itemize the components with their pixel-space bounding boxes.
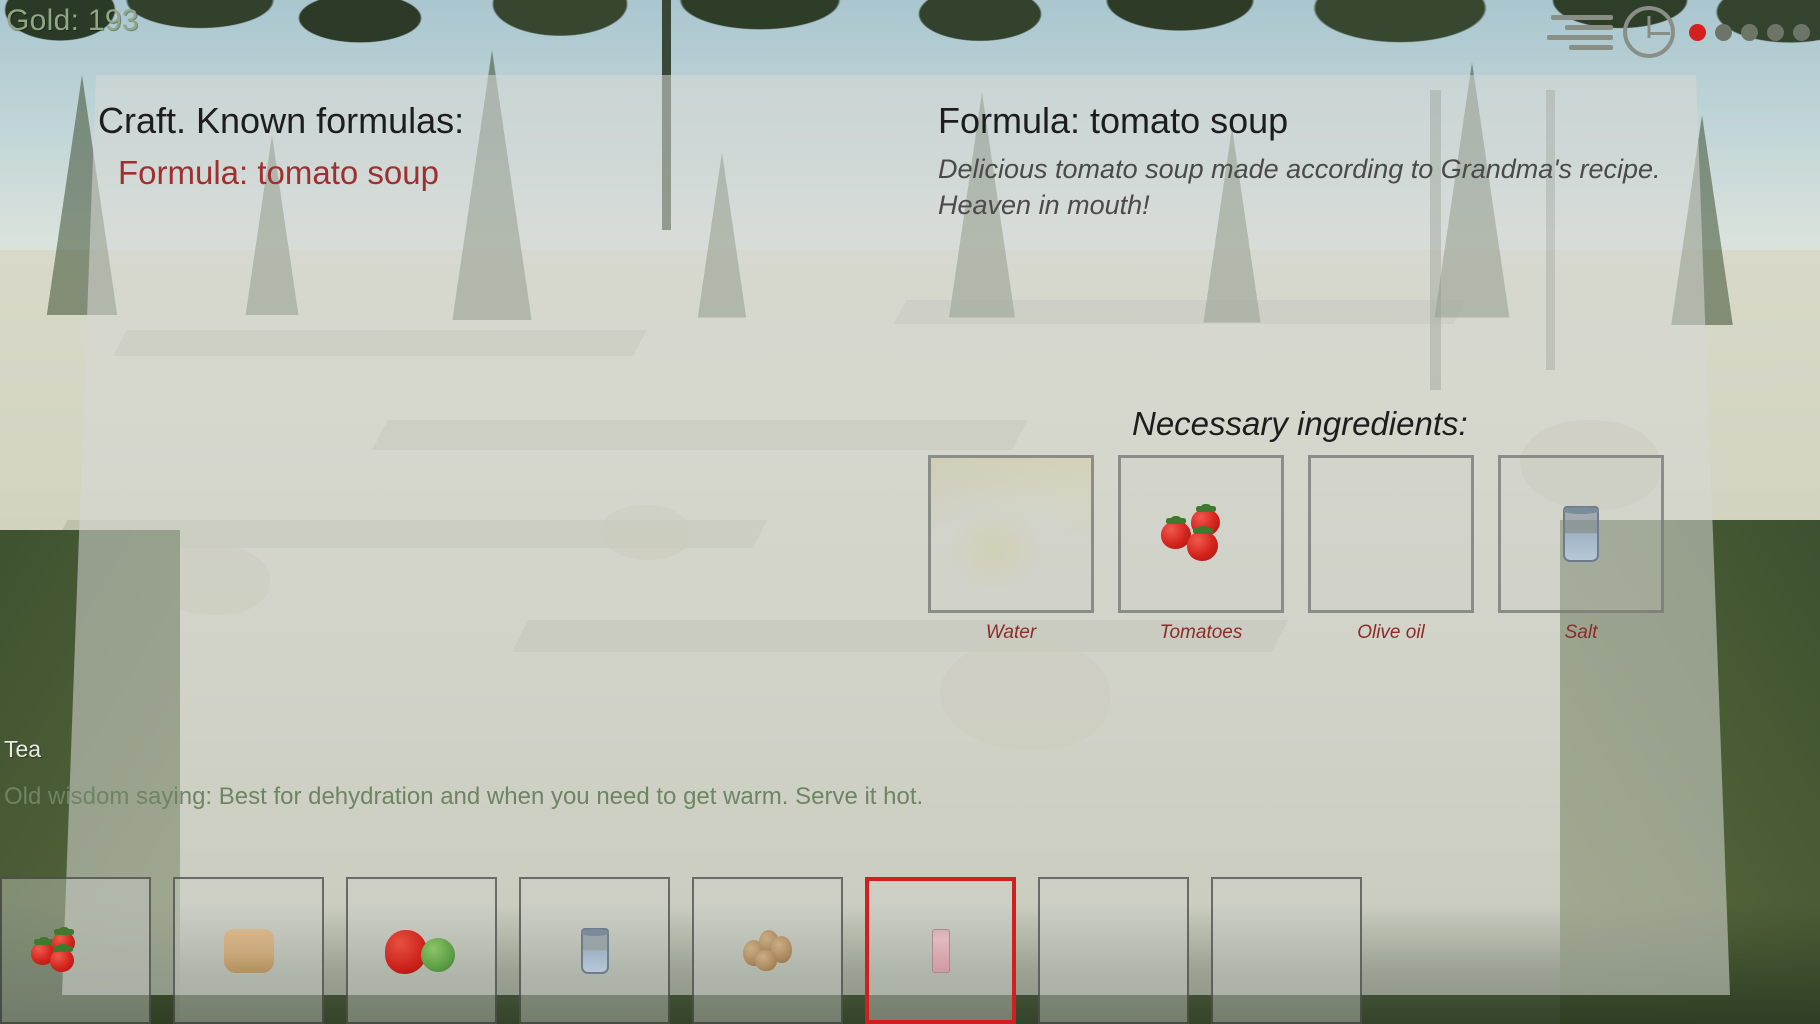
tooltip-text: Old wisdom saying: Best for dehydration …	[4, 783, 924, 810]
ingredient-label-salt: Salt	[1564, 622, 1598, 643]
hotbar-slot-2[interactable]	[173, 877, 324, 1024]
status-dot-2	[1715, 23, 1732, 41]
status-dot-1	[1689, 23, 1706, 41]
ingredient-label-water: Water	[985, 622, 1037, 643]
water-glass-icon	[580, 927, 610, 975]
potatoes-icon	[742, 929, 793, 972]
hotbar-slot-6[interactable]	[865, 877, 1016, 1024]
ingredient-cell-salt: Salt	[1498, 455, 1664, 644]
ingredient-slot-olive-oil[interactable]	[1308, 455, 1474, 613]
crystals-icon	[931, 458, 1091, 610]
formula-list-item-tomato-soup[interactable]: Formula: tomato soup	[118, 152, 758, 194]
hotbar-slot-3[interactable]	[346, 877, 497, 1024]
glass-icon	[1561, 504, 1601, 564]
hotbar	[0, 877, 1362, 1024]
hotbar-slot-1[interactable]	[0, 877, 151, 1024]
formula-list: Formula: tomato soup	[118, 152, 758, 194]
ingredient-cell-tomatoes: Tomatoes	[1118, 455, 1284, 644]
hotbar-slot-4[interactable]	[519, 877, 670, 1024]
craft-panel-content: Craft. Known formulas: Formula: tomato s…	[0, 0, 1820, 1024]
hotbar-slot-5[interactable]	[692, 877, 843, 1024]
ingredient-slot-tomatoes[interactable]	[1118, 455, 1284, 613]
status-dots	[1689, 23, 1810, 41]
speed-lines-icon	[1547, 14, 1613, 50]
tooltip-title: Tea	[4, 736, 42, 762]
tea-flask-icon	[930, 927, 952, 975]
tomatoes-icon	[1161, 503, 1241, 565]
gold-counter: Gold: 193	[6, 4, 139, 37]
compass-dial-icon	[1623, 6, 1675, 58]
necessary-ingredients-header: Necessary ingredients:	[1132, 405, 1468, 442]
ingredient-cell-olive-oil: Olive oil	[1308, 455, 1474, 644]
status-dot-5	[1793, 23, 1810, 41]
hotbar-slot-7[interactable]	[1038, 877, 1189, 1024]
tomatoes-icon	[30, 926, 93, 974]
status-dot-3	[1741, 23, 1758, 41]
apple-lime-icon	[384, 928, 459, 974]
ingredient-slot-water[interactable]	[928, 455, 1094, 613]
formula-detail-title: Formula: tomato soup	[938, 100, 1289, 141]
ingredients-list: Water Tomatoes Olive oil Salt	[928, 455, 1664, 644]
ingredient-label-tomatoes: Tomatoes	[1159, 622, 1243, 643]
hotbar-slot-8[interactable]	[1211, 877, 1362, 1024]
formula-detail-description: Delicious tomato soup made according to …	[938, 154, 1661, 220]
ingredient-label-olive-oil: Olive oil	[1357, 622, 1425, 643]
hud-top-right	[1547, 6, 1810, 58]
known-formulas-header: Craft. Known formulas:	[98, 100, 465, 141]
item-tooltip: Tea Old wisdom saying: Best for dehydrat…	[4, 736, 923, 811]
bread-icon	[220, 925, 278, 977]
ingredient-slot-salt[interactable]	[1498, 455, 1664, 613]
status-dot-4	[1767, 23, 1784, 41]
ingredient-cell-water: Water	[928, 455, 1094, 644]
